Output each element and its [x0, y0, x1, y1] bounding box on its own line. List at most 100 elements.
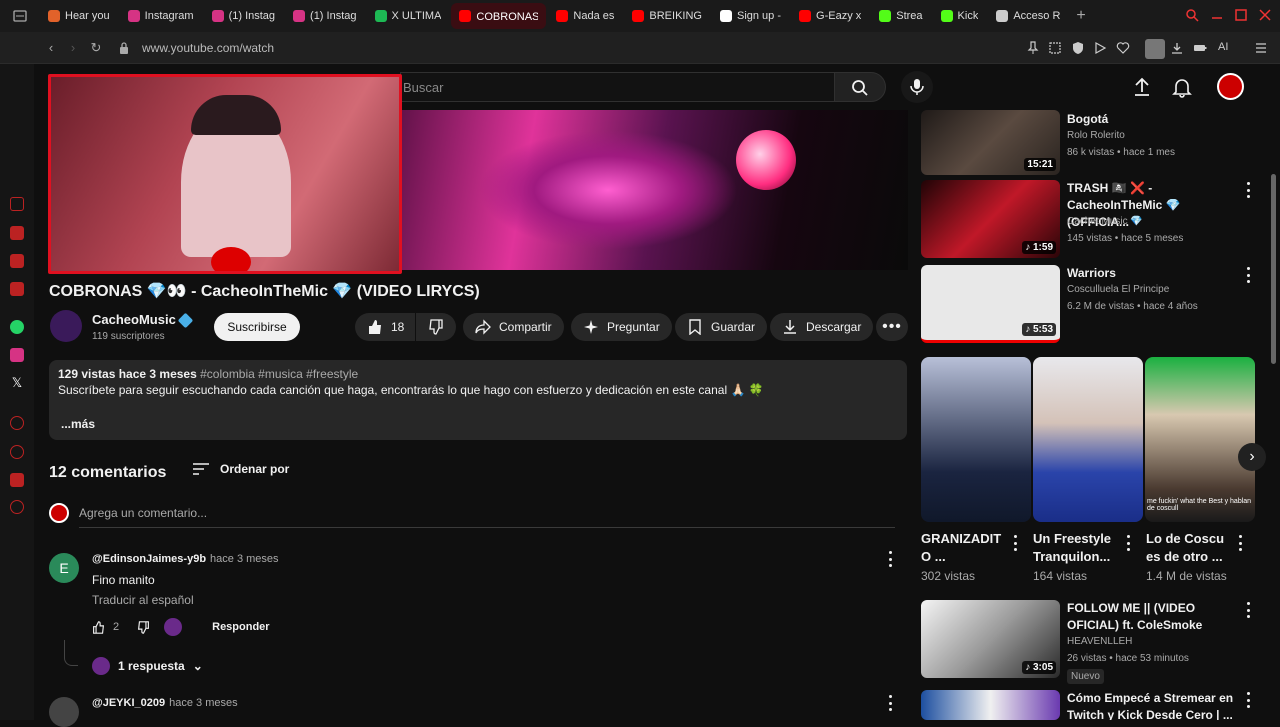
- ai-button[interactable]: AI: [1218, 41, 1228, 53]
- dislike-button[interactable]: [416, 313, 456, 341]
- browser-tab[interactable]: Hear you: [40, 3, 118, 29]
- recommendation-item[interactable]: ♪ 5:53 Warriors Cosculluela El Principe …: [921, 265, 1251, 343]
- hashtags[interactable]: #colombia #musica #freestyle: [200, 367, 358, 381]
- recommendation-title[interactable]: Warriors: [1067, 265, 1237, 282]
- window-menu-icon[interactable]: [12, 8, 28, 24]
- browser-tab[interactable]: Kick: [933, 3, 987, 29]
- heart-icon[interactable]: [1116, 41, 1130, 55]
- battery-icon[interactable]: [1193, 41, 1207, 55]
- close-window-icon[interactable]: [1258, 8, 1272, 22]
- recommendation-menu-icon[interactable]: [1246, 602, 1250, 618]
- sidebar-history-icon[interactable]: [10, 197, 24, 211]
- short-thumbnail[interactable]: [921, 357, 1031, 522]
- sidebar-wallet-icon[interactable]: [10, 254, 24, 268]
- ask-button[interactable]: Preguntar: [571, 313, 672, 341]
- sidebar-youtube-icon[interactable]: [10, 282, 24, 296]
- save-button[interactable]: Guardar: [675, 313, 768, 341]
- short-thumbnail[interactable]: me fuckin' what the Best y hablan de cos…: [1145, 357, 1255, 522]
- sidebar-clock-icon[interactable]: [10, 445, 24, 459]
- search-input[interactable]: Buscar: [400, 72, 834, 102]
- sidebar-instagram-icon[interactable]: [10, 348, 24, 362]
- browser-tab[interactable]: Acceso R: [988, 3, 1068, 29]
- comment-username-2[interactable]: @JEYKI_0209: [92, 697, 165, 709]
- search-button[interactable]: [834, 72, 886, 102]
- like-button[interactable]: 18: [355, 313, 415, 341]
- short-menu-icon[interactable]: [1238, 535, 1242, 551]
- recommendation-item[interactable]: ♪ 3:05 FOLLOW ME || (VIDEO OFICIAL) ft. …: [921, 600, 1251, 684]
- recommendation-thumbnail[interactable]: ♪ 1:59: [921, 180, 1060, 258]
- forward-icon[interactable]: ›: [66, 41, 80, 55]
- recommendation-menu-icon[interactable]: [1246, 692, 1250, 708]
- recommendation-thumbnail[interactable]: ♪ 3:05: [921, 600, 1060, 678]
- sidebar-music-icon[interactable]: [10, 416, 24, 430]
- short-title[interactable]: Un Freestyle Tranquilon...: [1033, 530, 1125, 566]
- browser-tab[interactable]: BREIKING: [624, 3, 710, 29]
- view-replies-button[interactable]: 1 respuesta ⌄: [92, 657, 203, 675]
- browser-tab[interactable]: COBRONAS 💎👀: [451, 3, 547, 29]
- sidebar-bag-icon[interactable]: [10, 226, 24, 240]
- sidebar-whatsapp-icon[interactable]: [10, 320, 24, 334]
- translate-link[interactable]: Traducir al español: [92, 593, 194, 607]
- recommendation-thumbnail[interactable]: ♪ 5:53: [921, 265, 1060, 343]
- short-menu-icon[interactable]: [1013, 535, 1017, 551]
- sidebar-cube-icon[interactable]: [10, 473, 24, 487]
- notifications-bell-icon[interactable]: [1171, 76, 1193, 98]
- sidebar-x-icon[interactable]: 𝕏: [10, 376, 24, 390]
- recommendation-item[interactable]: Cómo Empecé a Stremear en Twitch y Kick …: [921, 690, 1251, 720]
- comment-author[interactable]: @EdinsonJaimes-y9b hace 3 meses: [92, 553, 279, 565]
- recommendation-channel[interactable]: Cosculluela El Principe: [1067, 284, 1169, 295]
- commenter-avatar[interactable]: E: [49, 553, 79, 583]
- comment-time-2[interactable]: hace 3 meses: [169, 697, 237, 709]
- recommendation-item[interactable]: ♪ 1:59 TRASH 🏴‍☠️ ❌ - CacheoInTheMic 💎 (…: [921, 180, 1251, 258]
- download-button[interactable]: Descargar: [770, 313, 874, 341]
- sort-comments-button[interactable]: Ordenar por: [192, 462, 289, 476]
- commenter-avatar-2[interactable]: [49, 697, 79, 727]
- lock-icon[interactable]: [117, 41, 131, 55]
- browser-tab[interactable]: (1) Instag: [285, 3, 364, 29]
- channel-avatar[interactable]: [50, 310, 82, 342]
- browser-tab[interactable]: G-Eazy x: [791, 3, 869, 29]
- recommendation-menu-icon[interactable]: [1246, 267, 1250, 283]
- short-title[interactable]: GRANIZADIT O ...: [921, 530, 1013, 566]
- description-box[interactable]: 129 vistas hace 3 meses #colombia #music…: [49, 360, 907, 440]
- comment-dislike-icon[interactable]: [137, 620, 150, 634]
- screenshot-icon[interactable]: [1048, 41, 1062, 55]
- back-icon[interactable]: ‹: [44, 41, 58, 55]
- recommendation-title[interactable]: FOLLOW ME || (VIDEO OFICIAL) ft. ColeSmo…: [1067, 600, 1237, 634]
- comment-author-2[interactable]: @JEYKI_0209 hace 3 meses: [92, 697, 238, 709]
- browser-tab[interactable]: Instagram: [120, 3, 202, 29]
- play-icon[interactable]: [1093, 41, 1107, 55]
- recommendation-item[interactable]: 15:21 Bogotá Rolo Rolerito 86 k vistas •…: [921, 110, 1251, 175]
- recommendation-thumbnail[interactable]: [921, 690, 1060, 720]
- new-tab-button[interactable]: +: [1068, 3, 1093, 29]
- recommendation-channel[interactable]: CacheoMusic 💎: [1067, 216, 1143, 227]
- url-field[interactable]: www.youtube.com/watch: [142, 41, 274, 55]
- short-thumbnail[interactable]: [1033, 357, 1143, 522]
- shield-icon[interactable]: [1071, 41, 1085, 55]
- subscribe-button[interactable]: Suscribirse: [214, 313, 300, 341]
- recommendation-thumbnail[interactable]: 15:21: [921, 110, 1060, 175]
- browser-tab[interactable]: Nada es: [548, 3, 622, 29]
- download-icon[interactable]: [1170, 41, 1184, 55]
- voice-search-button[interactable]: [901, 71, 933, 103]
- show-more-button[interactable]: ...más: [61, 417, 95, 431]
- search-tabs-icon[interactable]: [1185, 8, 1199, 22]
- add-comment-input[interactable]: Agrega un comentario...: [79, 506, 895, 528]
- recommendation-menu-icon[interactable]: [1246, 182, 1250, 198]
- recommendation-title[interactable]: Bogotá: [1067, 111, 1237, 128]
- account-avatar[interactable]: [1217, 73, 1244, 100]
- minimize-icon[interactable]: [1210, 8, 1224, 22]
- comment-like-icon[interactable]: [92, 620, 105, 634]
- shorts-next-button[interactable]: ›: [1238, 443, 1266, 471]
- browser-tab[interactable]: Sign up -: [712, 3, 789, 29]
- browser-tab[interactable]: X ULTIMA: [367, 3, 450, 29]
- comment-time[interactable]: hace 3 meses: [210, 553, 278, 565]
- browser-tab[interactable]: Strea: [871, 3, 930, 29]
- page-scrollbar[interactable]: [1271, 174, 1276, 364]
- maximize-icon[interactable]: [1234, 8, 1248, 22]
- upload-icon[interactable]: [1131, 76, 1153, 98]
- share-button[interactable]: Compartir: [463, 313, 564, 341]
- comment-username[interactable]: @EdinsonJaimes-y9b: [92, 553, 206, 565]
- recommendation-channel[interactable]: HEAVENLLEH: [1067, 636, 1132, 647]
- channel-name[interactable]: CacheoMusic: [92, 312, 176, 327]
